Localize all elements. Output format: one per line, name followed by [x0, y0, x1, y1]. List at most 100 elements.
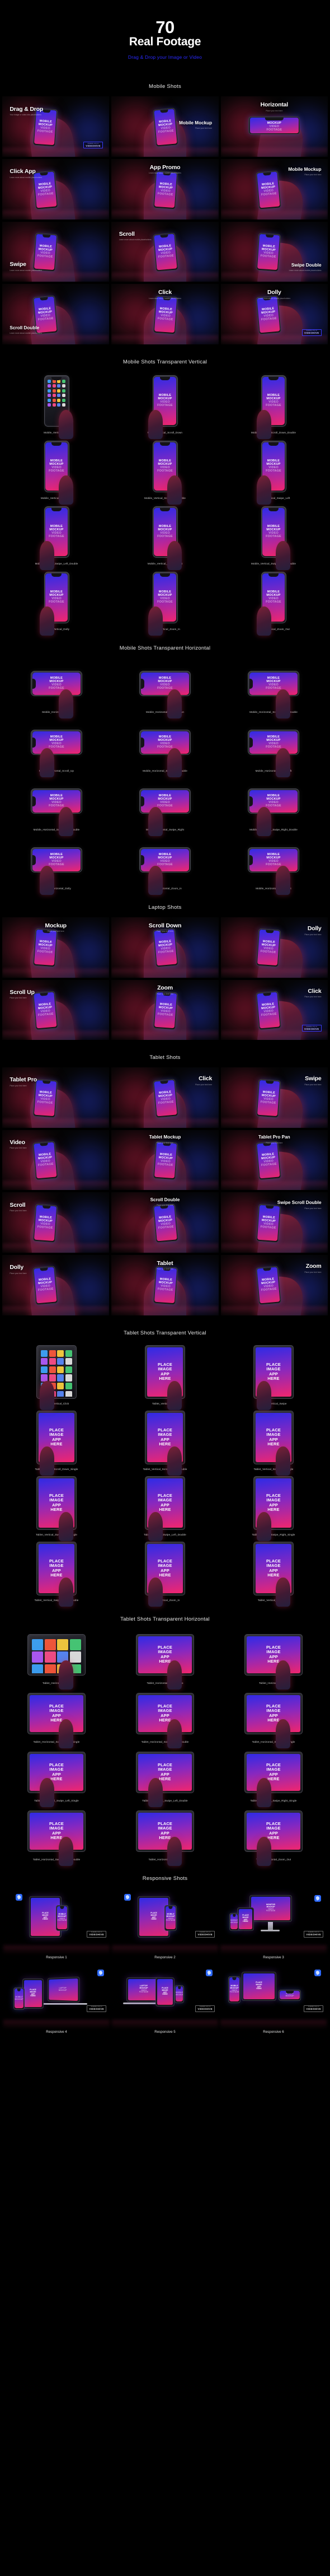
app-icon[interactable] [57, 1383, 64, 1389]
app-icon[interactable] [45, 1664, 56, 1673]
transparent-item[interactable]: MOBILE MOCKUP VIDEO FOOTAGE Mobile_Vertical_… [220, 568, 327, 631]
transparent-item[interactable]: PLACE IMAGE APP HERE Tablet_Vertical_Scroll_… [220, 1408, 327, 1471]
app-icon[interactable] [48, 384, 51, 388]
preview-card[interactable]: MOBILE MOCKUP VIDEO FOOTAGE Scroll Place your… [2, 1192, 109, 1253]
responsive-item[interactable]: LAPTOP MOCKUP VIDEO FOOTAGE PLACE IMAGE APP HER… [112, 1963, 218, 2034]
transparent-item[interactable]: PLACE IMAGE APP HERE Tablet_Vertical_Swipe_L… [3, 1474, 110, 1536]
preview-card[interactable]: MOBILE MOCKUP VIDEO FOOTAGE Swipe Learn more … [2, 222, 109, 282]
transparent-item[interactable]: Mobile_Vertical_Click [3, 372, 110, 434]
preview-card[interactable]: MOBILE MOCKUP VIDEO FOOTAGE Swipe Scroll Dou… [221, 1192, 328, 1253]
transparent-item[interactable]: PLACE IMAGE APP HERE Tablet_Vertical_Swipe [220, 1343, 327, 1405]
transparent-item[interactable]: PLACE IMAGE APP HERE Tablet_Horizontal_Scrol… [220, 1688, 327, 1743]
app-icon[interactable] [65, 1358, 72, 1365]
transparent-item[interactable]: MOBILE MOCKUP VIDEO FOOTAGE Mobile_Horizonta… [3, 658, 110, 713]
transparent-item[interactable]: MOBILE MOCKUP VIDEO FOOTAGE Mobile_Vertical_… [112, 503, 218, 565]
app-icon[interactable] [57, 1366, 64, 1373]
app-icon[interactable] [57, 1358, 64, 1365]
app-icon[interactable] [57, 1639, 68, 1650]
preview-card[interactable]: MOBILE MOCKUP VIDEO FOOTAGE Dolly Learn more … [221, 284, 328, 344]
transparent-item[interactable]: MOBILE MOCKUP VIDEO FOOTAGE Mobile_Vertical_… [112, 372, 218, 434]
responsive-item[interactable]: PLACE IMAGE APP HERE MOBILE MOCKUP VIDEO FOOTAG… [112, 1888, 218, 1959]
app-icon[interactable] [57, 384, 60, 388]
app-icon[interactable] [62, 394, 65, 397]
transparent-item[interactable]: PLACE IMAGE APP HERE Tablet_Horizontal_Swipe… [3, 1805, 110, 1861]
preview-card[interactable]: MOBILE MOCKUP VIDEO FOOTAGE Mockup Place your… [2, 917, 109, 978]
app-icon[interactable] [48, 403, 51, 407]
preview-card[interactable]: MOBILE MOCKUP VIDEO FOOTAGE Scroll Learn more… [111, 222, 218, 282]
responsive-item[interactable]: MONITOR MOCKUP VIDEO FOOTAGE PLACE IMAGE APP HE… [220, 1888, 327, 1959]
preview-card[interactable]: MOBILE MOCKUP VIDEO FOOTAGE Click Place your … [111, 1067, 218, 1128]
app-icon[interactable] [53, 394, 56, 397]
app-icon[interactable] [49, 1366, 56, 1373]
app-icon[interactable] [65, 1366, 72, 1373]
app-icon[interactable] [48, 389, 51, 393]
transparent-item[interactable]: PLACE IMAGE APP HERE Tablet_Vertical_Scroll [112, 1343, 218, 1405]
transparent-item[interactable]: PLACE IMAGE APP HERE Tablet_Horizontal_Scrol… [3, 1688, 110, 1743]
preview-card[interactable]: MOBILE MOCKUP VIDEO FOOTAGE Zoom Place your t… [111, 980, 218, 1040]
transparent-item[interactable]: PLACE IMAGE APP HERE Tablet_Vertical_Scroll_… [112, 1408, 218, 1471]
app-icon[interactable] [53, 403, 56, 407]
preview-card[interactable]: MOBILE MOCKUP VIDEO FOOTAGE Drag & Drop Your … [2, 96, 109, 157]
preview-card[interactable]: MOBILE MOCKUP VIDEO FOOTAGE Tablet Pro Pan Pl… [221, 1130, 328, 1191]
app-icon[interactable] [62, 403, 65, 407]
responsive-item[interactable]: MOBILE MOCKUP PLACE IMAGE APP HERE LAPTOP MOCKU… [3, 1963, 110, 2034]
app-icon[interactable] [70, 1651, 81, 1663]
preview-card[interactable]: MOBILE MOCKUP VIDEO FOOTAGE Click App Learn m… [2, 159, 109, 220]
transparent-item[interactable]: MOBILE MOCKUP VIDEO FOOTAGE Mobile_Vertical_… [220, 372, 327, 434]
app-icon[interactable] [57, 403, 60, 407]
transparent-item[interactable]: MOBILE MOCKUP VIDEO FOOTAGE Mobile_Horizonta… [3, 776, 110, 831]
app-icon[interactable] [53, 384, 56, 388]
app-icon[interactable] [32, 1639, 43, 1650]
app-icon[interactable] [48, 399, 51, 402]
transparent-item[interactable]: PLACE IMAGE APP HERE Tablet_Horizontal_Zoom_… [112, 1805, 218, 1861]
transparent-item[interactable]: MOBILE MOCKUP VIDEO FOOTAGE Mobile_Horizonta… [112, 658, 218, 713]
app-icon[interactable] [62, 380, 65, 383]
preview-card[interactable]: MOBILE MOCKUP VIDEO FOOTAGE Click Learn more … [111, 284, 218, 344]
app-icon[interactable] [49, 1374, 56, 1381]
preview-card[interactable]: MOBILE MOCKUP VIDEO FOOTAGE Scroll Double Lea… [2, 284, 109, 344]
app-icon[interactable] [57, 1374, 64, 1381]
app-icon[interactable] [49, 1350, 56, 1357]
transparent-item[interactable]: PLACE IMAGE APP HERE Tablet_Vertical_Zoom_In [112, 1539, 218, 1602]
responsive-item[interactable]: MOBILE MOCKUP VIDEO FOOTAGE PLACE IMAGE APP HER… [220, 1963, 327, 2034]
transparent-item[interactable]: PLACE IMAGE APP HERE Tablet_Vertical_Swipe_R… [3, 1539, 110, 1602]
app-icon[interactable] [62, 399, 65, 402]
transparent-item[interactable]: PLACE IMAGE APP HERE Tablet_Vertical_Scroll_… [3, 1408, 110, 1471]
app-icon[interactable] [41, 1374, 48, 1381]
transparent-item[interactable]: MOBILE MOCKUP VIDEO FOOTAGE Mobile_Vertical_… [3, 503, 110, 565]
preview-card[interactable]: MOBILE MOCKUP VIDEO FOOTAGE Tablet Pro Place … [2, 1067, 109, 1128]
transparent-item[interactable]: Tablet_Horizontal_Click [3, 1629, 110, 1684]
transparent-item[interactable]: PLACE IMAGE APP HERE Tablet_Horizontal_Scrol… [220, 1629, 327, 1684]
transparent-item[interactable]: PLACE IMAGE APP HERE Tablet_Vertical_Swipe_R… [220, 1474, 327, 1536]
transparent-item[interactable]: MOBILE MOCKUP VIDEO FOOTAGE Mobile_Horizonta… [3, 834, 110, 890]
app-icon[interactable] [53, 389, 56, 393]
preview-card[interactable]: MOBILE MOCKUP VIDEO FOOTAGE Mobile Mockup Pla… [221, 159, 328, 220]
app-icon[interactable] [45, 1639, 56, 1650]
app-icon[interactable] [57, 399, 60, 402]
app-icon[interactable] [48, 394, 51, 397]
app-icon[interactable] [32, 1664, 43, 1673]
preview-card[interactable]: MOBILE MOCKUP VIDEO FOOTAGE Dolly Place your … [2, 1255, 109, 1315]
transparent-item[interactable]: MOBILE MOCKUP VIDEO FOOTAGE Mobile_Horizonta… [112, 776, 218, 831]
preview-card[interactable]: MOBILE MOCKUP VIDEO FOOTAGE Tablet Mockup Pla… [111, 1130, 218, 1191]
transparent-item[interactable]: MOBILE MOCKUP VIDEO FOOTAGE Mobile_Vertical_… [3, 568, 110, 631]
transparent-item[interactable]: PLACE IMAGE APP HERE Tablet_Horizontal_Swipe… [3, 1747, 110, 1802]
preview-card[interactable]: MOBILE MOCKUP VIDEO FOOTAGE App Promo Learn m… [111, 159, 218, 220]
app-icon[interactable] [41, 1358, 48, 1365]
transparent-item[interactable]: MOBILE MOCKUP VIDEO FOOTAGE Mobile_Horizonta… [3, 717, 110, 772]
transparent-item[interactable]: MOBILE MOCKUP VIDEO FOOTAGE Mobile_Horizonta… [112, 834, 218, 890]
transparent-item[interactable]: PLACE IMAGE APP HERE Tablet_Horizontal_Zoom_… [220, 1805, 327, 1861]
app-icon[interactable] [41, 1366, 48, 1373]
app-icon[interactable] [62, 384, 65, 388]
app-icon[interactable] [41, 1350, 48, 1357]
preview-card[interactable]: MOBILE MOCKUP VIDEO FOOTAGE Mobile Mockup Pla… [111, 96, 218, 157]
preview-card[interactable]: MOBILE MOCKUP VIDEO FOOTAGE Scroll Double Pla… [111, 1192, 218, 1253]
app-icon[interactable] [57, 1350, 64, 1357]
preview-card[interactable]: MOBILE MOCKUP VIDEO FOOTAGE Video Place your … [2, 1130, 109, 1191]
preview-card[interactable]: MOBILE MOCKUP VIDEO FOOTAGE Swipe Place your … [221, 1067, 328, 1128]
preview-card[interactable]: MOBILE MOCKUP VIDEO FOOTAGE Tablet Place your… [111, 1255, 218, 1315]
transparent-item[interactable]: PLACE IMAGE APP HERE Tablet_Horizontal_Swipe… [112, 1747, 218, 1802]
preview-card[interactable]: MOBILEMOCKUPVIDEOFOOTAGE HorizontalPlace … [221, 96, 328, 157]
app-icon[interactable] [49, 1358, 56, 1365]
transparent-item[interactable]: MOBILE MOCKUP VIDEO FOOTAGE Mobile_Horizonta… [220, 776, 327, 831]
